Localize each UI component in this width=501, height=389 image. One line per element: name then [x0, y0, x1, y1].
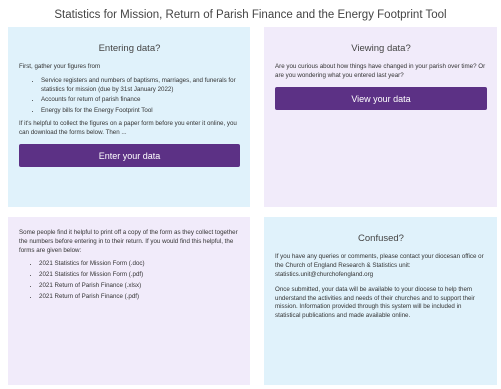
list-item: Service registers and numbers of baptism… [41, 77, 240, 95]
list-item: 2021 Statistics for Mission Form (.doc) [39, 260, 240, 269]
confused-card: Confused? If you have any queries or com… [264, 217, 497, 385]
list-item: 2021 Statistics for Mission Form (.pdf) [39, 271, 240, 280]
paper-forms-intro: Some people find it helpful to print off… [19, 229, 238, 254]
paper-form-note: If it's helpful to collect the figures o… [19, 120, 237, 137]
enter-your-data-button[interactable]: Enter your data [19, 144, 240, 168]
form-link-finance-xlsx[interactable]: 2021 Return of Parish Finance (.xlsx) [39, 282, 141, 289]
entering-data-intro: First, gather your figures from [19, 63, 101, 71]
viewing-data-card: Viewing data? Are you curious about how … [264, 27, 497, 207]
confused-heading: Confused? [358, 233, 404, 244]
entering-data-heading: Entering data? [98, 43, 161, 54]
entering-data-card: Entering data? First, gather your figure… [8, 27, 250, 207]
paper-forms-card: Some people find it helpful to print off… [8, 217, 250, 385]
form-link-sfm-pdf[interactable]: 2021 Statistics for Mission Form (.pdf) [39, 271, 143, 278]
page-title: Statistics for Mission, Return of Parish… [54, 9, 447, 21]
form-link-finance-pdf[interactable]: 2021 Return of Parish Finance (.pdf) [39, 293, 139, 300]
view-your-data-button[interactable]: View your data [275, 87, 487, 111]
viewing-data-heading: Viewing data? [351, 43, 411, 54]
list-item: Energy bills for the Energy Footprint To… [41, 107, 240, 116]
entering-data-list: Service registers and numbers of baptism… [19, 77, 240, 115]
submitted-data-text: Once submitted, your data will be availa… [275, 285, 475, 320]
viewing-data-text: Are you curious about how things have ch… [275, 63, 486, 80]
form-link-sfm-doc[interactable]: 2021 Statistics for Mission Form (.doc) [39, 260, 145, 267]
paper-forms-list: 2021 Statistics for Mission Form (.doc) … [19, 260, 240, 301]
list-item: 2021 Return of Parish Finance (.pdf) [39, 293, 240, 302]
contact-text: If you have any queries or comments, ple… [275, 253, 484, 279]
list-item: Accounts for return of parish finance [41, 96, 240, 105]
list-item: 2021 Return of Parish Finance (.xlsx) [39, 282, 240, 291]
